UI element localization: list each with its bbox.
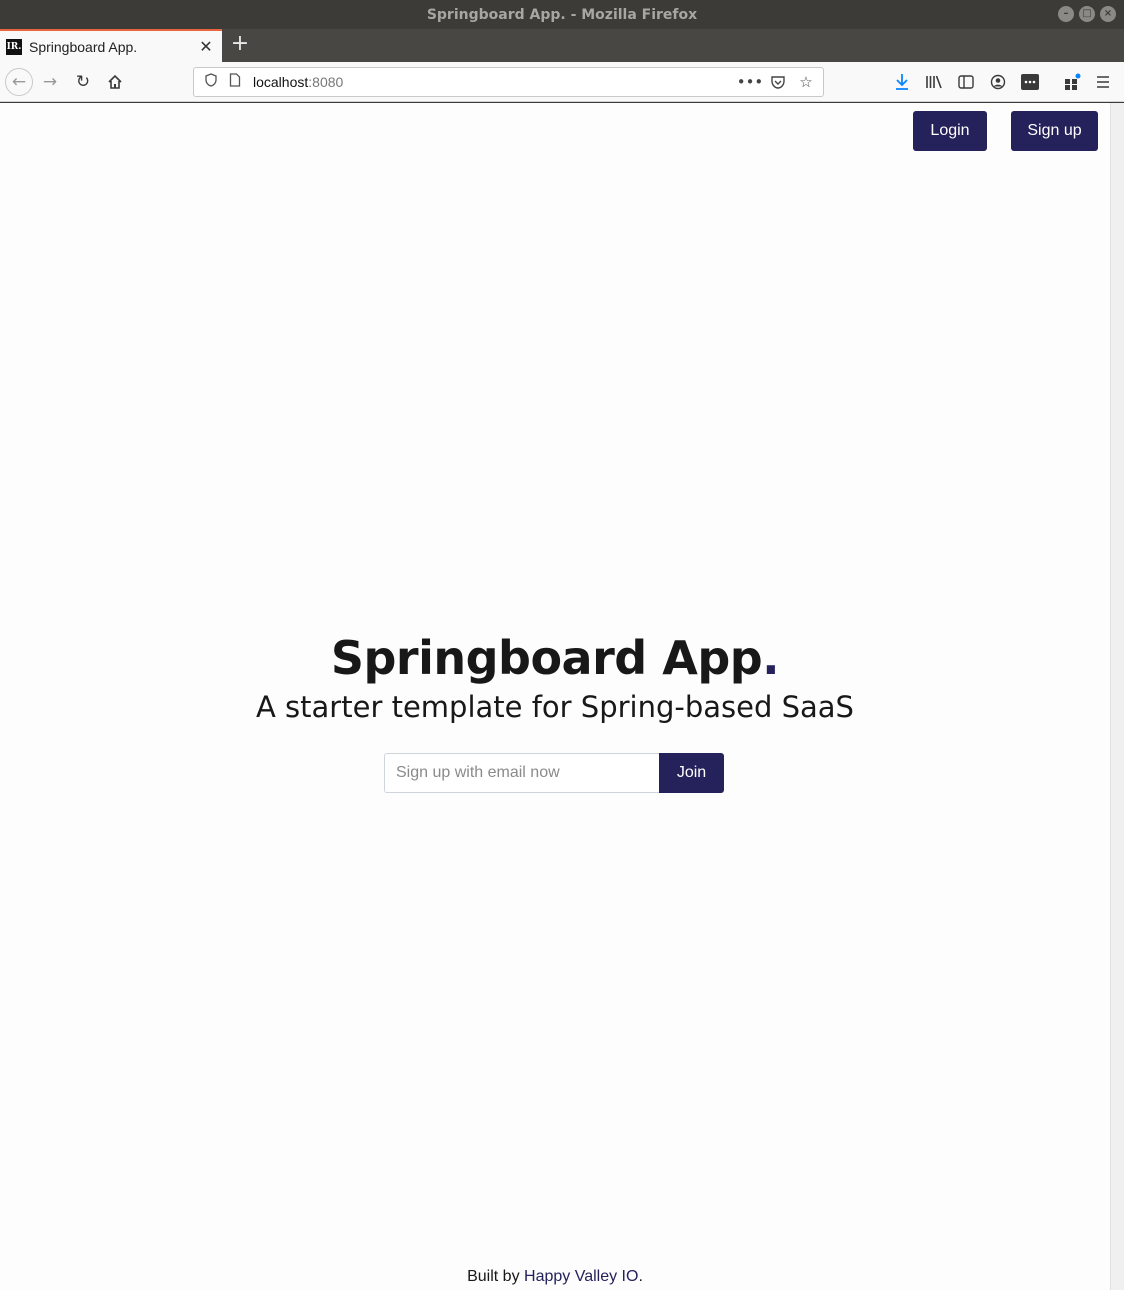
tab-bar: IR. Springboard App. ✕ + [0, 29, 1124, 62]
url-actions: ••• ☆ [737, 71, 817, 93]
navigation-toolbar: ← → ↻ localhost:8080 ••• ☆ [0, 62, 1124, 102]
window-titlebar: Springboard App. - Mozilla Firefox – □ × [0, 0, 1124, 29]
join-button[interactable]: Join [659, 753, 724, 793]
email-signup-form: Join [384, 753, 724, 793]
hero-title: Springboard App. [0, 631, 1110, 685]
footer: Built by Happy Valley IO. [0, 1268, 1110, 1286]
hero-subtitle: A starter template for Spring-based SaaS [256, 690, 854, 724]
scrollbar[interactable] [1110, 103, 1124, 1290]
hero-title-text: Springboard App [330, 631, 763, 685]
sidebar-icon[interactable] [954, 70, 978, 94]
forward-icon[interactable]: → [38, 70, 62, 94]
url-text[interactable]: localhost:8080 [253, 74, 343, 90]
window-title: Springboard App. - Mozilla Firefox [426, 6, 698, 23]
window-controls: – □ × [1058, 6, 1116, 22]
url-host: localhost [253, 74, 309, 90]
back-icon[interactable]: ← [5, 68, 33, 96]
extensions-puzzle-icon[interactable] [1060, 70, 1084, 94]
home-icon[interactable] [103, 70, 127, 94]
hero-title-dot: . [762, 631, 780, 685]
menu-icon[interactable] [1091, 70, 1115, 94]
pocket-icon[interactable] [767, 71, 789, 93]
new-tab-icon[interactable]: + [228, 33, 252, 57]
page-actions-icon[interactable]: ••• [737, 71, 764, 93]
signup-button[interactable]: Sign up [1011, 111, 1098, 151]
maximize-icon[interactable]: □ [1079, 6, 1095, 22]
footer-link[interactable]: Happy Valley IO [524, 1268, 638, 1285]
tracking-shield-icon[interactable] [202, 73, 220, 91]
favicon-icon: IR. [6, 38, 22, 55]
login-button[interactable]: Login [913, 111, 987, 151]
library-icon[interactable] [922, 70, 946, 94]
url-bar[interactable]: localhost:8080 ••• ☆ [193, 67, 824, 97]
page-viewport: Login Sign up Springboard App. A starter… [0, 103, 1110, 1290]
bookmark-star-icon[interactable]: ☆ [795, 71, 817, 93]
downloads-icon[interactable] [890, 70, 914, 94]
page-info-icon[interactable] [226, 73, 244, 91]
email-field[interactable] [384, 753, 659, 793]
reload-icon[interactable]: ↻ [71, 70, 95, 94]
browser-tab[interactable]: IR. Springboard App. ✕ [0, 29, 222, 62]
footer-prefix: Built by [467, 1268, 525, 1285]
minimize-icon[interactable]: – [1058, 6, 1074, 22]
footer-suffix: . [638, 1268, 643, 1285]
extension-icon[interactable] [1018, 70, 1042, 94]
close-window-icon[interactable]: × [1100, 6, 1116, 22]
tab-title: Springboard App. [29, 38, 138, 55]
url-port: :8080 [308, 74, 344, 90]
close-tab-icon[interactable]: ✕ [194, 37, 218, 56]
account-icon[interactable] [986, 70, 1010, 94]
